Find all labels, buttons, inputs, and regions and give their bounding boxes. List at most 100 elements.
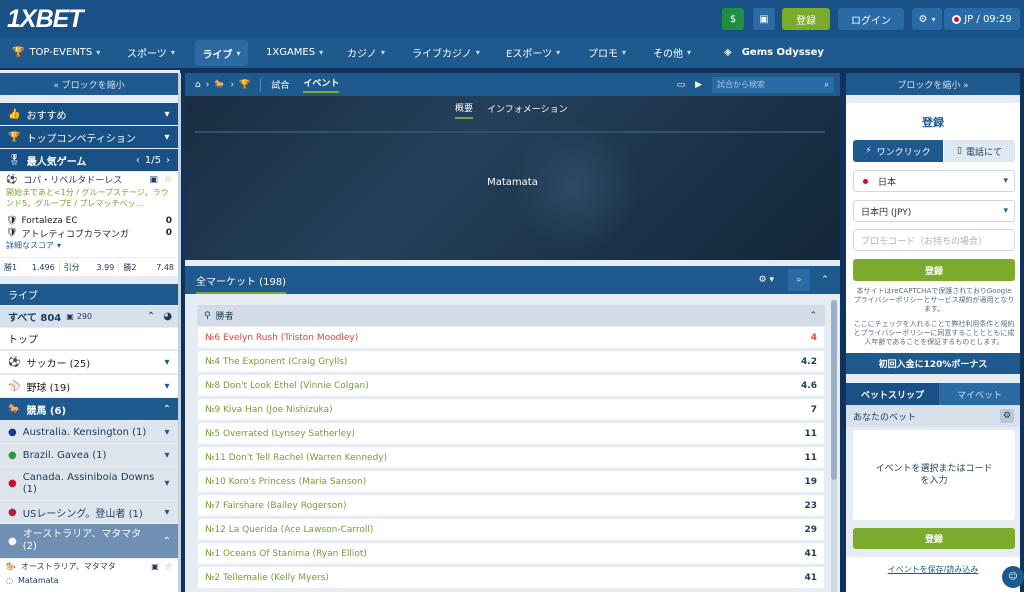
odd-1[interactable]: 勝1 1.496	[0, 261, 60, 273]
popular-match-card[interactable]: ⚽ コパ・リベルタドーレス ▣ ☆ 開始まであと<1分 / グループステージ。ラウンド…	[0, 172, 178, 257]
save-load-link[interactable]: イベントを保存/読み込み	[846, 564, 1020, 575]
runner-odd[interactable]: 4.6	[801, 381, 824, 391]
pin-icon[interactable]: ⚲	[204, 311, 211, 321]
runner-odd[interactable]: 29	[804, 525, 824, 535]
runner-odd[interactable]: 7	[811, 405, 824, 415]
runner-odd[interactable]: 41	[804, 549, 824, 559]
race-gavea[interactable]: ● Brazil. Gavea (1) ▾	[0, 444, 178, 466]
runner-row[interactable]: №11 Don't Tell Rachel (Warren Kennedy) 11	[198, 447, 824, 468]
currency-select[interactable]: 日本円 (JPY) ▾	[853, 200, 1015, 222]
gift-icon[interactable]: ▣	[753, 8, 775, 30]
race-matamata[interactable]: ● オーストラリア、マタマタ (2) ⌃	[0, 524, 178, 558]
search-icon[interactable]: ⌕	[824, 80, 829, 90]
collapse-markets-icon[interactable]: ⌃	[814, 269, 836, 291]
chat-support-icon[interactable]: ☺	[1002, 566, 1024, 588]
runner-odd[interactable]: 11	[804, 453, 824, 463]
detailed-score-link[interactable]: 詳細なスコア	[6, 240, 54, 251]
tv-icon[interactable]: ▣	[149, 175, 158, 185]
collapse-all-icon[interactable]: ⌃	[147, 311, 155, 322]
market-group-winner[interactable]: ⚲ 勝者 ⌃	[197, 305, 825, 326]
trophy-icon[interactable]: 🏆	[239, 80, 250, 90]
sidebar-item-soccer[interactable]: ⚽ サッカー (25) ▾	[0, 350, 178, 373]
race-assiniboia[interactable]: ● Canada. Assiniboia Downs (1) ▾	[0, 467, 178, 500]
tab-oneclick[interactable]: ⚡ ワンクリック	[853, 140, 943, 162]
settings-icon[interactable]: ⚙ ▾	[759, 275, 774, 285]
promo-code-input[interactable]: プロモコード（お持ちの場合）	[853, 229, 1015, 251]
tab-event[interactable]: イベント	[303, 76, 340, 93]
live-top-item[interactable]: トップ	[0, 328, 178, 349]
bonus-banner[interactable]: 初回入金に120%ボーナス	[846, 353, 1020, 374]
race-us[interactable]: ● USレーシング。登山者 (1) ▾	[0, 501, 178, 523]
odd-2[interactable]: 勝2 7.48	[119, 262, 178, 273]
settings-icon[interactable]: ⚙ ▾	[912, 8, 942, 30]
sidebar-item-baseball[interactable]: ⚾ 野球 (19) ▾	[0, 374, 178, 397]
betslip-register-button[interactable]: 登録	[853, 528, 1015, 549]
globe-icon[interactable]: ◕	[163, 311, 172, 322]
register-button[interactable]: 登録	[782, 8, 830, 30]
tv-icon[interactable]: ▣	[151, 562, 159, 571]
race-event-item[interactable]: 🐎 オーストラリア、マタマタ ▣ ☆ ◌ Matamata	[0, 559, 178, 592]
race-kensington[interactable]: ● Australia. Kensington (1) ▾	[0, 421, 178, 443]
runner-row[interactable]: №4 The Exponent (Craig Grylls) 4.2	[198, 351, 824, 372]
runner-odd[interactable]: 4.2	[801, 357, 824, 367]
nav-top-events[interactable]: 🏆 TOP-EVENTS ▾	[12, 38, 100, 66]
event-search-input[interactable]: 試合から検索	[717, 79, 824, 90]
runner-odd[interactable]: 23	[804, 501, 824, 511]
sidebar-item-horse-racing[interactable]: 🐎 競馬 (6) ⌃	[0, 398, 178, 420]
tab-phone[interactable]: ▯ 電話にて	[944, 140, 1015, 162]
lang-time-selector[interactable]: JP / 09:29	[944, 8, 1020, 30]
star-icon[interactable]: ☆	[165, 562, 172, 571]
screen-icon[interactable]: ▭	[677, 80, 686, 90]
runner-row[interactable]: №2 Tellemalie (Kelly Myers) 41	[198, 567, 824, 588]
register-submit-button[interactable]: 登録	[853, 259, 1015, 281]
sidebar-recommended[interactable]: 👍 おすすめ ▾	[0, 103, 178, 125]
search-icon[interactable]: ⌕	[788, 269, 810, 291]
left-scrollbar[interactable]	[178, 73, 181, 592]
subtab-info[interactable]: インフォメーション	[487, 102, 568, 118]
runner-odd[interactable]: 19	[804, 477, 824, 487]
runner-odd[interactable]: 41	[804, 573, 824, 583]
runner-row[interactable]: №8 Don't Look Ethel (Vinnie Colgan) 4.6	[198, 375, 824, 396]
nav-live-casino[interactable]: ライブカジノ ▾	[412, 38, 480, 66]
chevron-right-icon[interactable]: ›	[166, 155, 170, 166]
brand-logo[interactable]: 1XBET	[7, 5, 84, 34]
runner-row[interactable]: №12 La Querida (Ace Lawson-Carroll) 29	[198, 519, 824, 540]
event-search[interactable]: 試合から検索 ⌕	[712, 76, 834, 93]
runner-row[interactable]: №6 Evelyn Rush (Triston Moodley) 4	[198, 327, 824, 348]
nav-live[interactable]: ライブ ▾	[195, 40, 248, 66]
nav-more[interactable]: その他 ▾	[653, 38, 691, 66]
nav-1xgames[interactable]: 1XGAMES ▾	[266, 38, 323, 66]
live-all-row[interactable]: すべて 804 ▣ 290 ⌃ ◕	[0, 306, 178, 327]
runner-row[interactable]: №7 Fairshare (Bailey Rogerson) 23	[198, 495, 824, 516]
tab-betslip[interactable]: ベットスリップ	[846, 383, 939, 405]
chevron-left-icon[interactable]: ‹	[136, 155, 140, 166]
runner-odd[interactable]: 11	[804, 429, 824, 439]
nav-gems-odyssey[interactable]: ◈ Gems Odyssey	[724, 38, 824, 66]
nav-promo[interactable]: プロモ ▾	[588, 38, 626, 66]
login-button[interactable]: ログイン	[838, 8, 904, 30]
runner-odd[interactable]: 4	[811, 333, 824, 343]
sidebar-top-competitions[interactable]: 🏆 トップコンペティション ▾	[0, 126, 178, 148]
settings-icon[interactable]: ⚙	[1000, 409, 1014, 423]
video-icon[interactable]: ▶	[695, 80, 702, 90]
runner-row[interactable]: №9 Kiva Han (Joe Nishizuka) 7	[198, 399, 824, 420]
deposit-icon[interactable]: $	[722, 8, 744, 30]
center-scrollbar[interactable]	[831, 300, 837, 592]
tab-match[interactable]: 試合	[271, 78, 289, 91]
horse-icon[interactable]: 🐎	[214, 80, 225, 90]
country-select[interactable]: 日本 ▾	[853, 170, 1015, 192]
runner-row[interactable]: №5 Overrated (Lynsey Satherley) 11	[198, 423, 824, 444]
runner-row[interactable]: №10 Koro's Princess (Maria Sanson) 19	[198, 471, 824, 492]
runner-row[interactable]: №1 Oceans Of Stanima (Ryan Elliot) 41	[198, 543, 824, 564]
nav-sports[interactable]: スポーツ ▾	[127, 38, 175, 66]
collapse-right-button[interactable]: ブロックを縮小 »	[846, 73, 1020, 95]
subtab-overview[interactable]: 概要	[455, 101, 474, 119]
odd-draw[interactable]: 引分 3.99	[60, 261, 120, 273]
nav-esports[interactable]: Eスポーツ ▾	[506, 38, 560, 66]
home-icon[interactable]: ⌂	[195, 80, 201, 90]
star-icon[interactable]: ☆	[164, 175, 172, 185]
tab-mybets[interactable]: マイベット	[939, 383, 1020, 405]
collapse-left-button[interactable]: « ブロックを縮小	[0, 73, 178, 95]
all-markets-tab[interactable]: 全マーケット (198)	[196, 267, 287, 294]
nav-casino[interactable]: カジノ ▾	[347, 38, 385, 66]
